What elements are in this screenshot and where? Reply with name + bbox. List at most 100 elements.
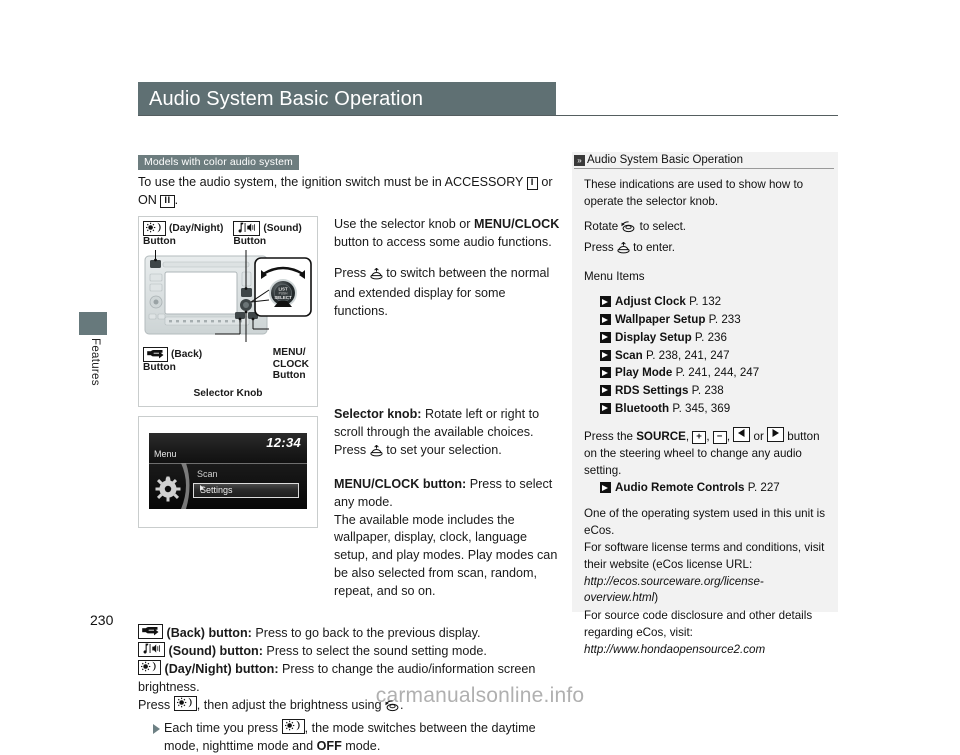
page-title: Audio System Basic Operation	[149, 87, 424, 110]
plus-key-icon: +	[692, 431, 707, 445]
press-switch-a: Press	[334, 265, 370, 280]
press-brightness-c: .	[400, 698, 404, 713]
list-item[interactable]: Wallpaper Setup P. 233	[584, 312, 828, 329]
figure-column: (Day/Night) Button (Sound) Button LIST P…	[138, 215, 320, 614]
page-title-bar: Audio System Basic Operation	[138, 82, 556, 116]
screen-item-scan[interactable]: Scan	[197, 469, 218, 479]
back-callout: (Back) Button	[143, 347, 202, 373]
daynight-bullet-row: Each time you press , the mode switches …	[138, 718, 562, 755]
selector-knob-bold: Selector knob:	[334, 407, 422, 422]
main-content: Models with color audio system To use th…	[138, 152, 562, 755]
press-switch-paragraph: Press to switch between the normal and e…	[334, 265, 562, 322]
source-e: or	[750, 430, 768, 444]
back-arrow-icon	[143, 347, 168, 363]
back-button-line: (Back) button: Press to go back to the p…	[138, 623, 562, 642]
daynight-button-line: (Day/Night) button: Press to change the …	[138, 660, 562, 696]
source-paragraph: Press the SOURCE, +, −, or button on the…	[584, 427, 828, 479]
audio-remote-ref-name: Audio Remote Controls	[615, 481, 745, 495]
sound-button-text: Press to select the sound setting mode.	[262, 644, 487, 659]
menu-item-page: P. 236	[694, 330, 727, 344]
figures-and-text-row: (Day/Night) Button (Sound) Button LIST P…	[138, 215, 562, 614]
reference-arrow-icon	[600, 482, 611, 494]
menuclock-callout-line2: CLOCK	[272, 358, 309, 370]
menuclock-bold-inline: MENU/CLOCK	[474, 216, 560, 231]
bullet-a: Each time you press	[164, 720, 282, 735]
source-a: Press the	[584, 430, 637, 444]
section-tab-marker	[79, 312, 107, 335]
menu-item-name: Display Setup	[615, 330, 692, 344]
page-number: 230	[90, 612, 114, 628]
head-unit-figure: (Day/Night) Button (Sound) Button LIST P…	[138, 215, 318, 407]
figure-top-callouts: (Day/Night) Button (Sound) Button	[143, 220, 313, 247]
sun-moon-icon	[173, 696, 197, 712]
press-enter-line: Press to enter.	[584, 240, 828, 260]
menu-item-name: RDS Settings	[615, 383, 689, 397]
swoosh-decoration	[179, 462, 193, 509]
models-badge: Models with color audio system	[138, 154, 299, 171]
back-button-bold: (Back) button:	[166, 625, 252, 640]
list-item[interactable]: Play Mode P. 241, 244, 247	[584, 365, 828, 382]
selector-knob-paragraph: Selector knob: Rotate left or right to s…	[334, 406, 562, 463]
left-arrow-icon	[733, 427, 751, 443]
list-item[interactable]: Bluetooth P. 345, 369	[584, 401, 828, 418]
ignition-acc-key: I	[526, 177, 538, 191]
ecos-source-url: http://www.hondaopensource2.com	[584, 642, 766, 656]
gear-icon	[155, 476, 181, 507]
daynight-bullet-text: Each time you press , the mode switches …	[164, 718, 562, 755]
lead-paragraph: To use the audio system, the ignition sw…	[138, 174, 562, 210]
menu-item-name: Adjust Clock	[615, 295, 686, 309]
bullet-triangle-icon	[153, 723, 160, 734]
list-item[interactable]: RDS Settings P. 238	[584, 383, 828, 400]
menu-item-name: Play Mode	[615, 366, 673, 380]
press-knob-icon	[370, 444, 383, 463]
menu-item-name: Bluetooth	[615, 401, 670, 415]
ecos-line3: For source code disclosure and other det…	[584, 608, 828, 658]
sound-button-line: (Sound) button: Press to select the soun…	[138, 642, 562, 660]
sidebar-intro: These indications are used to show how t…	[584, 178, 804, 208]
screen-clock: 12:34	[266, 434, 301, 450]
reference-arrow-icon	[600, 331, 611, 343]
sidebar-body: These indications are used to show how t…	[572, 169, 838, 658]
screen-menu-label: Menu	[154, 448, 177, 459]
source-bold: SOURCE	[636, 430, 686, 444]
screen-item-settings-label: Settings	[200, 484, 233, 495]
button-descriptions: (Back) button: Press to go back to the p…	[138, 623, 562, 755]
press-brightness-line: Press , then adjust the brightness using…	[138, 696, 562, 717]
use-selector-b: button to access some audio functions.	[334, 234, 552, 249]
audio-remote-ref-page: P. 227	[747, 481, 780, 495]
text-spacer	[334, 334, 562, 406]
sidebar-header: » Audio System Basic Operation	[574, 152, 834, 169]
bullet-off-bold: OFF	[316, 738, 342, 753]
menuclock-callout-line3: Button	[272, 370, 306, 382]
ecos-2b: )	[654, 591, 659, 605]
audio-remote-ref[interactable]: Audio Remote Controls P. 227	[584, 480, 828, 497]
modes-paragraph: The available mode includes the wallpape…	[334, 512, 558, 599]
menu-item-page: P. 238	[691, 383, 724, 397]
daynight-callout-label: (Day/Night)	[169, 222, 224, 234]
selector-knob-callout-label: Selector Knob	[193, 387, 263, 399]
rotate-knob-icon	[621, 221, 636, 239]
screen-menu-area: Scan Settings	[149, 462, 307, 509]
reference-sidebar: » Audio System Basic Operation These ind…	[572, 152, 838, 656]
menu-item-page: P. 132	[689, 295, 722, 309]
reference-arrow-icon	[600, 349, 611, 361]
press-enter-b: to enter.	[629, 241, 675, 255]
list-item[interactable]: Display Setup P. 236	[584, 330, 828, 347]
note-speaker-icon	[138, 642, 165, 658]
back-button-text: Press to go back to the previous display…	[251, 625, 481, 640]
list-item[interactable]: Adjust Clock P. 132	[584, 294, 828, 311]
double-chevron-icon: »	[574, 154, 585, 166]
ecos-line1: One of the operating system used in this…	[584, 507, 826, 537]
manual-page: Audio System Basic Operation Features 23…	[0, 0, 960, 753]
screen-item-settings[interactable]: Settings	[193, 482, 299, 498]
daynight-callout-button: Button	[143, 235, 176, 247]
daynight-callout: (Day/Night) Button	[143, 220, 224, 247]
figure-bottom-callouts: (Back) Button MENU/ CLOCK Button	[143, 347, 313, 381]
list-item[interactable]: Scan P. 238, 241, 247	[584, 348, 828, 365]
ecos-license-url: http://ecos.sourceware.org/license-overv…	[584, 574, 764, 605]
menu-item-page: P. 345, 369	[672, 401, 731, 415]
press-knob-icon	[370, 267, 383, 286]
menuclock-callout-line1: MENU/	[272, 347, 306, 359]
press-brightness-a: Press	[138, 698, 174, 713]
menu-items-header: Menu Items	[584, 269, 645, 283]
